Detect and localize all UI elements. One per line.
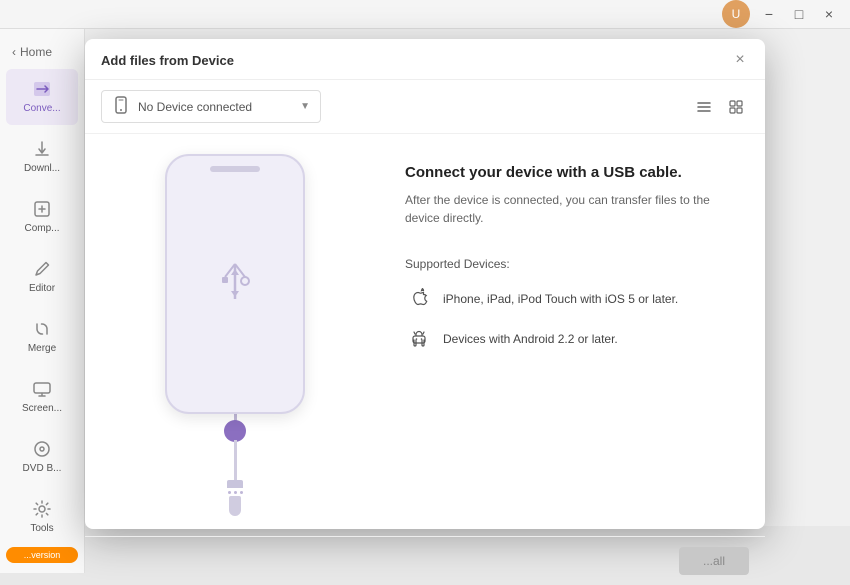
usb-cable: [224, 414, 246, 516]
android-device-label: Devices with Android 2.2 or later.: [443, 332, 618, 346]
device-selector[interactable]: No Device connected ▼: [101, 90, 321, 123]
dialog-close-button[interactable]: ×: [731, 51, 749, 69]
upgrade-badge[interactable]: ...version: [6, 547, 78, 563]
usb-symbol: [217, 259, 253, 309]
compress-icon: [32, 199, 52, 219]
convert-label: Conve...: [23, 103, 60, 115]
supported-devices-label: Supported Devices:: [405, 257, 745, 271]
ios-device-label: iPhone, iPad, iPod Touch with iOS 5 or l…: [443, 292, 678, 306]
android-icon: [405, 325, 433, 353]
convert-icon: [32, 79, 52, 99]
window-controls: U − □ ×: [722, 0, 840, 28]
sidebar-item-editor[interactable]: Editor: [6, 249, 78, 305]
dropdown-chevron-icon: ▼: [300, 101, 310, 112]
merge-label: Merge: [28, 343, 56, 355]
sidebar-item-merge[interactable]: Merge: [6, 309, 78, 365]
ios-device-entry: iPhone, iPad, iPod Touch with iOS 5 or l…: [405, 285, 745, 313]
dialog-toolbar: No Device connected ▼: [85, 80, 765, 134]
phone-mockup: [165, 154, 305, 414]
device-list: iPhone, iPad, iPod Touch with iOS 5 or l…: [405, 285, 745, 353]
main-area: ‹ Home Conve...: [0, 29, 850, 573]
dvd-label: DVD B...: [23, 463, 62, 475]
editor-label: Editor: [29, 283, 55, 295]
connect-title: Connect your device with a USB cable.: [405, 164, 745, 181]
screen-label: Screen...: [22, 403, 62, 415]
maximize-button[interactable]: □: [788, 3, 810, 25]
phone-notch: [210, 166, 260, 172]
sidebar-item-compress[interactable]: Comp...: [6, 189, 78, 245]
add-files-dialog: Add files from Device × No Device connec…: [85, 39, 765, 529]
view-controls: [691, 94, 749, 120]
grid-view-button[interactable]: [723, 94, 749, 120]
sidebar-item-convert[interactable]: Conve...: [6, 69, 78, 125]
compress-label: Comp...: [24, 223, 59, 235]
info-area: Connect your device with a USB cable. Af…: [385, 134, 765, 536]
tools-icon: [32, 499, 52, 519]
device-selector-icon: [112, 96, 130, 117]
sidebar-item-tools[interactable]: Tools: [6, 489, 78, 545]
download-label: Downl...: [24, 163, 60, 175]
connect-description: After the device is connected, you can t…: [405, 191, 745, 227]
editor-icon: [32, 259, 52, 279]
sidebar: ‹ Home Conve...: [0, 29, 85, 573]
screen-icon: [32, 379, 52, 399]
dialog-body: Connect your device with a USB cable. Af…: [85, 134, 765, 536]
phone-illustration-area: [85, 134, 385, 536]
minimize-button[interactable]: −: [758, 3, 780, 25]
sidebar-item-download[interactable]: Downl...: [6, 129, 78, 185]
android-device-entry: Devices with Android 2.2 or later.: [405, 325, 745, 353]
top-bar: U − □ ×: [0, 0, 850, 29]
sidebar-item-dvd[interactable]: DVD B...: [6, 429, 78, 485]
dialog-title: Add files from Device: [101, 53, 234, 68]
tools-label: Tools: [30, 523, 53, 535]
list-view-button[interactable]: [691, 94, 717, 120]
sidebar-item-screen[interactable]: Screen...: [6, 369, 78, 425]
dialog-footer: ...all: [85, 536, 765, 585]
merge-icon: [32, 319, 52, 339]
app-container: U − □ × ‹ Home Conve...: [0, 0, 850, 526]
close-app-button[interactable]: ×: [818, 3, 840, 25]
download-icon: [32, 139, 52, 159]
device-placeholder: No Device connected: [138, 100, 252, 114]
dvd-icon: [32, 439, 52, 459]
back-home-button[interactable]: ‹ Home: [0, 37, 84, 67]
dialog-header: Add files from Device ×: [85, 39, 765, 80]
home-label: Home: [20, 45, 52, 59]
apple-icon: [405, 285, 433, 313]
user-icon: U: [722, 0, 750, 28]
add-all-button[interactable]: ...all: [679, 547, 749, 575]
